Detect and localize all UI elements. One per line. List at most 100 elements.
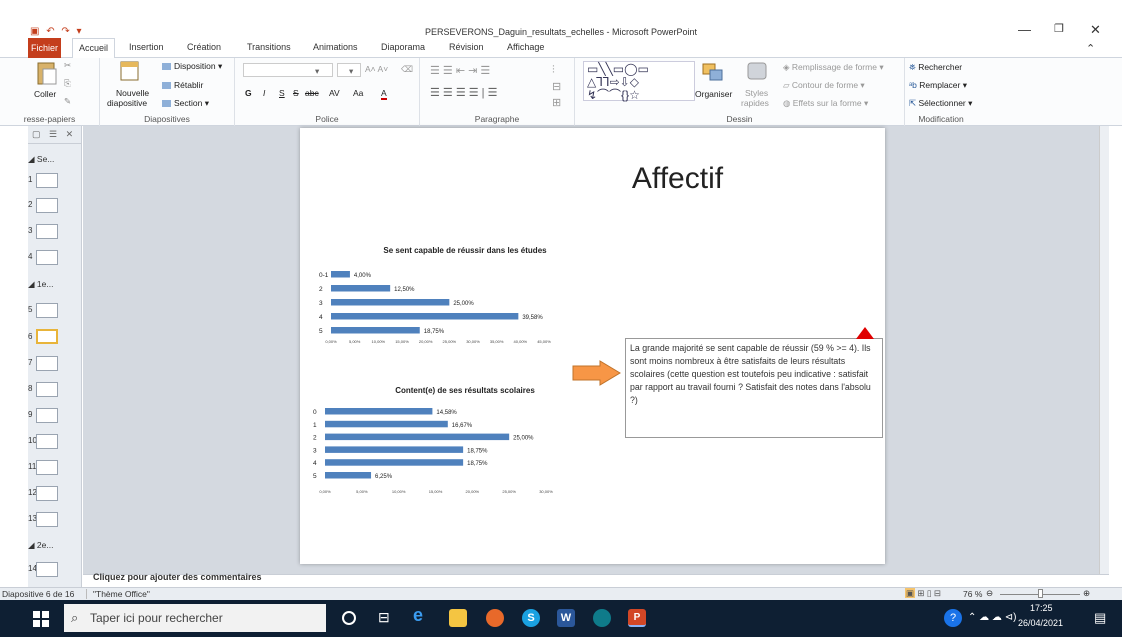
minimize-button[interactable]: — bbox=[1018, 22, 1031, 37]
orange-arrow-shape[interactable] bbox=[572, 360, 622, 386]
ribbon-collapse-icon[interactable]: ⌃ bbox=[1086, 42, 1095, 55]
file-explorer-icon[interactable] bbox=[449, 609, 467, 627]
tab-accueil[interactable]: Accueil bbox=[72, 38, 116, 59]
notification-icon[interactable]: ▤ bbox=[1094, 610, 1106, 626]
edge-icon[interactable]: e bbox=[413, 605, 431, 625]
section-header-1[interactable]: ◢ Se... bbox=[28, 154, 54, 165]
tab-diaporama[interactable]: Diaporama bbox=[381, 42, 425, 52]
slide-thumbnail-14[interactable] bbox=[36, 562, 58, 577]
close-button[interactable]: ✕ bbox=[1090, 22, 1101, 38]
word-icon[interactable]: W bbox=[557, 609, 575, 627]
zoom-slider-thumb[interactable] bbox=[1038, 589, 1043, 598]
arrange-icon[interactable] bbox=[701, 62, 725, 84]
nouvelle-label[interactable]: Nouvelle bbox=[116, 88, 149, 98]
outline-tab-icon[interactable]: ▢ bbox=[32, 129, 41, 139]
tab-affichage[interactable]: Affichage bbox=[507, 42, 544, 52]
rapides-label[interactable]: rapides bbox=[741, 98, 769, 108]
section-header-3[interactable]: ◢ 2e... bbox=[28, 540, 53, 551]
tab-animations[interactable]: Animations bbox=[313, 42, 358, 52]
tab-revision[interactable]: Révision bbox=[449, 42, 484, 52]
slide-thumbnail-12[interactable] bbox=[36, 486, 58, 501]
slide-thumbnail-7[interactable] bbox=[36, 356, 58, 371]
grow-font-icon[interactable]: A˄ A˅ bbox=[365, 64, 388, 74]
italic-button[interactable]: I bbox=[263, 88, 265, 98]
slide-thumbnail-11[interactable] bbox=[36, 460, 58, 475]
copy-icon[interactable]: ⎘ bbox=[64, 78, 71, 89]
notes-pane[interactable]: Cliquez pour ajouter des commentaires bbox=[83, 572, 1109, 587]
windows-start-icon[interactable] bbox=[33, 611, 49, 627]
align-text-icon[interactable]: ⊟ bbox=[552, 80, 561, 93]
underline-button[interactable]: S bbox=[279, 88, 285, 98]
shapes-gallery[interactable]: ▭╲╲▭◯▭ △⅂⅂⇨⇩◇ ↯⌒⌒{}☆ bbox=[583, 61, 695, 102]
section-header-2[interactable]: ◢ 1e... bbox=[28, 279, 53, 290]
shape-fill-button[interactable]: ◈ Remplissage de forme ▾ bbox=[783, 62, 884, 73]
red-triangle-shape[interactable] bbox=[855, 326, 875, 340]
slide-thumbnail-1[interactable] bbox=[36, 173, 58, 188]
task-view-icon[interactable]: ⊟ bbox=[378, 609, 396, 627]
format-painter-icon[interactable]: ✎ bbox=[64, 96, 71, 107]
slide-thumbnail-4[interactable] bbox=[36, 250, 58, 265]
cortana-icon[interactable] bbox=[342, 611, 356, 625]
cut-icon[interactable]: ✂ bbox=[64, 60, 71, 71]
font-size-dropdown-icon[interactable]: ▾ bbox=[349, 66, 353, 77]
diapositive-label[interactable]: diapositive bbox=[107, 98, 147, 108]
text-direction-icon[interactable]: ⫶ bbox=[552, 64, 555, 77]
system-tray-icons[interactable]: ⌃ ☁ ☁ ⊲) bbox=[968, 612, 1016, 623]
disposition-button[interactable]: Disposition ▾ bbox=[162, 61, 222, 72]
view-buttons[interactable]: ▣ ⊞ ▯ ⊟ bbox=[905, 588, 941, 599]
section-button[interactable]: Section ▾ bbox=[162, 98, 209, 109]
shadow-button[interactable]: S bbox=[293, 88, 299, 98]
spacing-button[interactable]: AV bbox=[329, 88, 340, 98]
paste-icon[interactable] bbox=[36, 60, 58, 86]
slides-tab-icon[interactable]: ☰ bbox=[49, 129, 57, 139]
organiser-button[interactable]: Organiser bbox=[695, 89, 732, 99]
zoom-in-icon[interactable]: ⊕ bbox=[1083, 588, 1090, 599]
slide-thumbnail-5[interactable] bbox=[36, 303, 58, 318]
strikethrough-button[interactable]: abc bbox=[305, 88, 319, 98]
slide-thumbnail-10[interactable] bbox=[36, 434, 58, 449]
slide-thumbnail-8[interactable] bbox=[36, 382, 58, 397]
tab-creation[interactable]: Création bbox=[187, 42, 221, 52]
bullets-icon[interactable]: ☰ ☰ ⇤ ⇥ ☰ bbox=[430, 64, 490, 77]
chart-content-resultats[interactable]: Content(e) de ses résultats scolaires 01… bbox=[300, 386, 570, 496]
chart-capable-reussir[interactable]: Se sent capable de réussir dans les étud… bbox=[300, 246, 570, 346]
smartart-icon[interactable]: ⊞ bbox=[552, 96, 561, 109]
font-name-input[interactable] bbox=[243, 63, 333, 77]
slide-thumbnail-13[interactable] bbox=[36, 512, 58, 527]
shape-effects-button[interactable]: ◍ Effets sur la forme ▾ bbox=[783, 98, 868, 109]
comment-textbox[interactable]: La grande majorité se sent capable de ré… bbox=[625, 338, 883, 438]
zoom-out-icon[interactable]: ⊖ bbox=[986, 588, 993, 599]
firefox-icon[interactable] bbox=[486, 609, 504, 627]
align-icons[interactable]: ☰ ☰ ☰ ☰ | ☰ bbox=[430, 86, 497, 99]
help-icon[interactable]: ? bbox=[944, 609, 962, 627]
slide-thumbnail-3[interactable] bbox=[36, 224, 58, 239]
rechercher-button[interactable]: ⛯ Rechercher bbox=[909, 62, 962, 73]
normal-view-icon[interactable]: ▣ bbox=[905, 588, 916, 598]
powerpoint-taskbar-icon[interactable]: P bbox=[628, 609, 646, 627]
slide-thumbnail-2[interactable] bbox=[36, 198, 58, 213]
pane-close-icon[interactable]: ✕ bbox=[66, 129, 74, 139]
tab-insertion[interactable]: Insertion bbox=[129, 42, 164, 52]
coller-button[interactable]: Coller bbox=[34, 89, 56, 99]
slide-thumbnail-6[interactable] bbox=[36, 329, 58, 344]
tab-transitions[interactable]: Transitions bbox=[247, 42, 291, 52]
taskbar-search-box[interactable]: ⌕ Taper ici pour rechercher bbox=[64, 604, 326, 632]
restore-button[interactable]: ❐ bbox=[1054, 22, 1064, 35]
quick-styles-icon[interactable] bbox=[745, 60, 771, 84]
styles-label[interactable]: Styles bbox=[745, 88, 768, 98]
clock-time[interactable]: 17:25 bbox=[1030, 603, 1053, 613]
skype-icon[interactable]: S bbox=[522, 609, 540, 627]
slide-thumbnail-9[interactable] bbox=[36, 408, 58, 423]
font-dropdown-icon[interactable]: ▾ bbox=[315, 66, 319, 77]
case-button[interactable]: Aa bbox=[353, 88, 363, 98]
zoom-level[interactable]: 76 % bbox=[963, 589, 982, 599]
canvas-scrollbar[interactable] bbox=[1099, 126, 1109, 574]
tab-fichier[interactable]: Fichier bbox=[28, 38, 62, 58]
selectionner-button[interactable]: ⇱ Sélectionner ▾ bbox=[909, 98, 972, 109]
font-color-button[interactable]: A bbox=[381, 88, 387, 100]
bold-button[interactable]: G bbox=[245, 88, 252, 98]
edge-dev-icon[interactable] bbox=[593, 609, 611, 627]
slide-title[interactable]: Affectif bbox=[300, 162, 885, 196]
remplacer-button[interactable]: ᵃb Remplacer ▾ bbox=[909, 80, 967, 91]
retablir-button[interactable]: Rétablir bbox=[162, 80, 203, 90]
